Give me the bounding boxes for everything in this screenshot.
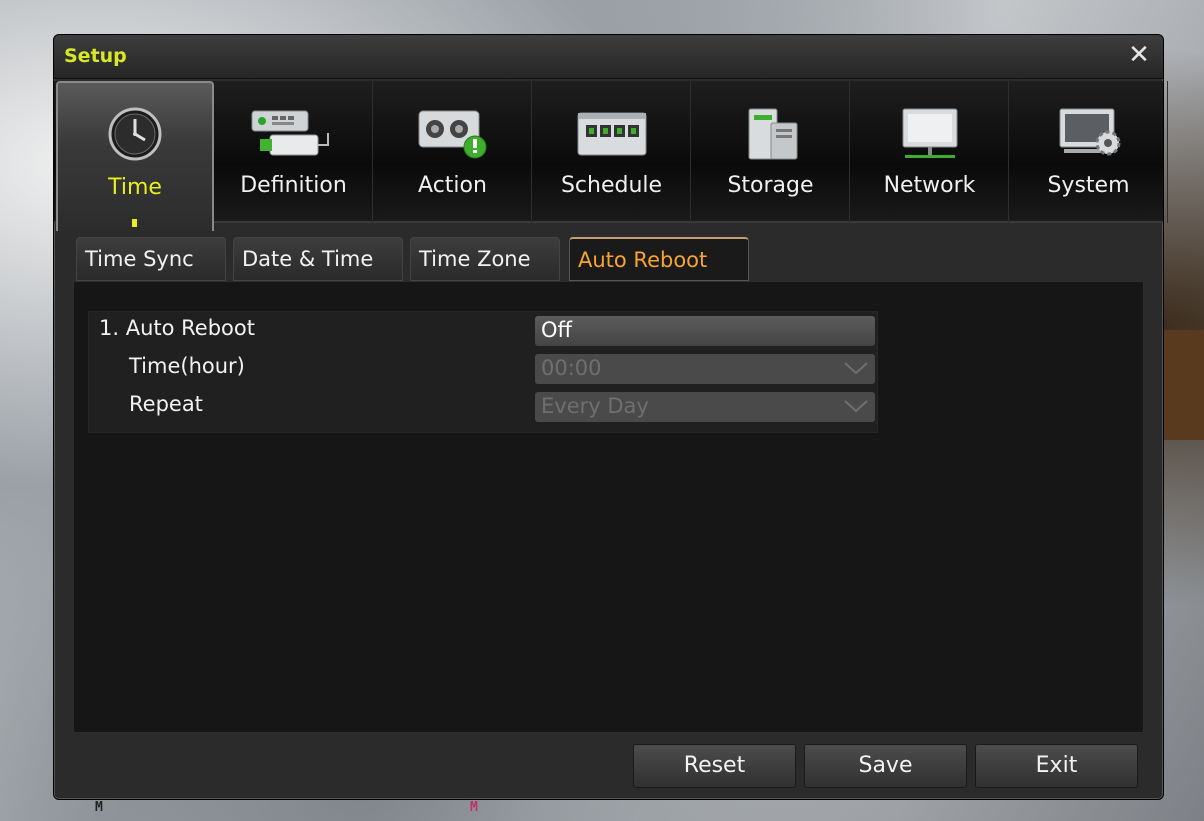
menu-tab-label: Storage xyxy=(727,173,814,198)
save-button[interactable]: Save xyxy=(804,744,967,788)
repeat-select: Every Day xyxy=(535,392,875,422)
calendar-icon xyxy=(577,112,646,156)
time-hour-row: Time(hour) 00:00 xyxy=(89,350,877,384)
menu-tab-label: Network xyxy=(883,173,976,198)
menu-tab-label: Definition xyxy=(240,173,347,198)
storage-icon xyxy=(748,108,797,160)
setup-window: Setup ✕ Time Definition Action Schedule … xyxy=(53,34,1168,800)
menu-tab-network[interactable]: Network xyxy=(851,81,1009,223)
window-title: Setup xyxy=(64,45,127,67)
content-panel: 1. Auto Reboot Off Time(hour) 00:00 Repe… xyxy=(73,281,1144,733)
monitor-network-icon xyxy=(902,108,957,158)
menu-tab-label: Schedule xyxy=(560,173,663,198)
menu-tab-system[interactable]: System xyxy=(1010,81,1168,223)
auto-reboot-settings: 1. Auto Reboot Off Time(hour) 00:00 Repe… xyxy=(88,311,878,433)
clock-icon xyxy=(108,107,162,161)
chevron-down-icon xyxy=(844,400,868,413)
auto-reboot-row: 1. Auto Reboot Off xyxy=(89,312,877,346)
close-icon[interactable]: ✕ xyxy=(1127,42,1151,68)
repeat-row: Repeat Every Day xyxy=(89,388,877,422)
menu-tab-definition[interactable]: Definition xyxy=(215,81,373,223)
setup-menu-bar: Time Definition Action Schedule Storage … xyxy=(54,81,1168,231)
system-gear-icon xyxy=(1059,108,1120,156)
device-definition-icon xyxy=(251,110,329,156)
active-indicator xyxy=(132,219,137,227)
repeat-value: Every Day xyxy=(541,394,649,418)
exit-button[interactable]: Exit xyxy=(975,744,1138,788)
menu-tab-label: System xyxy=(1047,173,1130,198)
menu-tab-label: Action xyxy=(418,173,487,198)
menu-tab-storage[interactable]: Storage xyxy=(692,81,850,223)
action-alert-icon xyxy=(418,110,486,159)
camera-badge: M xyxy=(470,800,478,815)
time-hour-value: 00:00 xyxy=(541,356,602,380)
title-bar: Setup ✕ xyxy=(54,35,1163,79)
subtab-auto-reboot[interactable]: Auto Reboot xyxy=(569,237,749,281)
camera-badge: M xyxy=(95,800,103,815)
menu-tab-time[interactable]: Time xyxy=(56,81,214,231)
time-hour-label: Time(hour) xyxy=(129,354,245,378)
reset-button[interactable]: Reset xyxy=(633,744,796,788)
menu-tab-action[interactable]: Action xyxy=(374,81,532,223)
subtab-time-sync[interactable]: Time Sync xyxy=(76,237,226,281)
menu-tab-schedule[interactable]: Schedule xyxy=(533,81,691,223)
subtab-time-zone[interactable]: Time Zone xyxy=(410,237,560,281)
chevron-down-icon xyxy=(844,362,868,375)
repeat-label: Repeat xyxy=(129,392,203,416)
background-feed-tile xyxy=(1164,330,1204,440)
time-hour-select: 00:00 xyxy=(535,354,875,384)
subtab-date-time[interactable]: Date & Time xyxy=(233,237,403,281)
auto-reboot-toggle[interactable]: Off xyxy=(535,316,875,346)
auto-reboot-label: 1. Auto Reboot xyxy=(99,316,255,340)
menu-tab-label: Time xyxy=(108,175,162,200)
